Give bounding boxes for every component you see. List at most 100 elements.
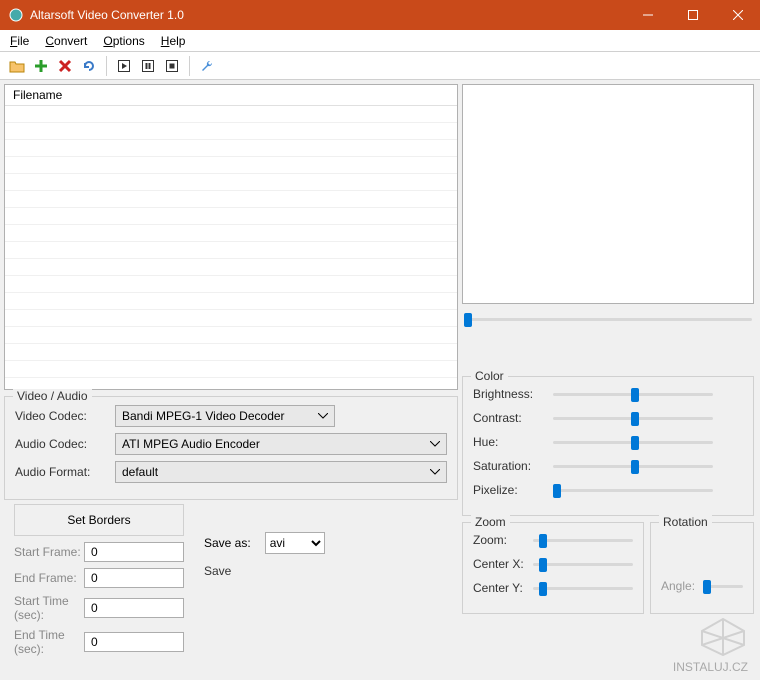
maximize-button[interactable] [670, 0, 715, 30]
zoom-slider[interactable] [533, 531, 633, 549]
list-row [5, 123, 457, 140]
list-row [5, 208, 457, 225]
add-button[interactable] [30, 55, 52, 77]
centery-label: Center Y: [473, 581, 533, 595]
window-title: Altarsoft Video Converter 1.0 [30, 8, 625, 22]
hue-label: Hue: [473, 435, 553, 449]
refresh-icon [82, 59, 96, 73]
list-row [5, 310, 457, 327]
content-area: Filename Video / Audio Video Codec: Band… [0, 80, 760, 680]
list-row [5, 174, 457, 191]
list-row [5, 259, 457, 276]
save-as-select[interactable]: avi [265, 532, 325, 554]
menu-file[interactable]: File [4, 32, 35, 50]
video-audio-group: Video / Audio Video Codec: Bandi MPEG-1 … [4, 396, 458, 500]
saturation-label: Saturation: [473, 459, 553, 473]
list-row [5, 157, 457, 174]
angle-slider[interactable] [703, 577, 743, 595]
menu-options[interactable]: Options [97, 32, 150, 50]
menu-convert[interactable]: Convert [39, 32, 93, 50]
toolbar-sep-1 [106, 56, 107, 76]
list-row [5, 276, 457, 293]
list-row [5, 327, 457, 344]
seek-row [462, 304, 754, 330]
list-row [5, 191, 457, 208]
plus-icon [34, 59, 48, 73]
window-controls [625, 0, 760, 30]
brightness-slider[interactable] [553, 385, 713, 403]
stop-icon [165, 59, 179, 73]
video-audio-legend: Video / Audio [13, 389, 92, 403]
zoom-label: Zoom: [473, 533, 533, 547]
play-icon [117, 59, 131, 73]
wrench-icon [200, 59, 214, 73]
list-row [5, 344, 457, 361]
titlebar: Altarsoft Video Converter 1.0 [0, 0, 760, 30]
end-time-label: End Time (sec): [14, 628, 84, 656]
centerx-label: Center X: [473, 557, 533, 571]
close-button[interactable] [715, 0, 760, 30]
folder-icon [9, 59, 25, 73]
save-as-label: Save as: [204, 536, 251, 550]
rotation-group: Rotation Angle: [650, 522, 754, 614]
play-button[interactable] [113, 55, 135, 77]
start-time-label: Start Time (sec): [14, 594, 84, 622]
end-frame-label: End Frame: [14, 571, 84, 585]
angle-label: Angle: [661, 579, 703, 593]
color-legend: Color [471, 369, 508, 383]
toolbar-sep-2 [189, 56, 190, 76]
list-row [5, 242, 457, 259]
zoom-group: Zoom Zoom: Center X: Center Y: [462, 522, 644, 614]
x-icon [58, 59, 72, 73]
menu-help[interactable]: Help [155, 32, 192, 50]
file-list-rows [5, 106, 457, 388]
menubar: File Convert Options Help [0, 30, 760, 52]
app-icon [8, 7, 24, 23]
color-group: Color Brightness: Contrast: Hue: Saturat… [462, 376, 754, 516]
save-form: Set Borders Start Frame: End Frame: Star… [4, 500, 458, 662]
contrast-label: Contrast: [473, 411, 553, 425]
hue-slider[interactable] [553, 433, 713, 451]
start-frame-label: Start Frame: [14, 545, 84, 559]
zoom-legend: Zoom [471, 515, 510, 529]
audio-format-select[interactable]: default [115, 461, 447, 483]
list-row [5, 106, 457, 123]
delete-button[interactable] [54, 55, 76, 77]
video-codec-label: Video Codec: [15, 409, 115, 423]
audio-codec-label: Audio Codec: [15, 437, 115, 451]
pause-icon [141, 59, 155, 73]
audio-format-label: Audio Format: [15, 465, 115, 479]
minimize-button[interactable] [625, 0, 670, 30]
open-folder-button[interactable] [6, 55, 28, 77]
centery-slider[interactable] [533, 579, 633, 597]
list-row [5, 293, 457, 310]
audio-codec-select[interactable]: ATI MPEG Audio Encoder [115, 433, 447, 455]
end-time-input[interactable] [84, 632, 184, 652]
save-label: Save [204, 564, 448, 578]
list-row [5, 361, 457, 378]
pixelize-label: Pixelize: [473, 483, 553, 497]
file-list[interactable]: Filename [4, 84, 458, 390]
video-codec-select[interactable]: Bandi MPEG-1 Video Decoder [115, 405, 335, 427]
pixelize-slider[interactable] [553, 481, 713, 499]
preview-panel [462, 84, 754, 304]
start-frame-input[interactable] [84, 542, 184, 562]
end-frame-input[interactable] [84, 568, 184, 588]
toolbar [0, 52, 760, 80]
set-borders-button[interactable]: Set Borders [14, 504, 184, 536]
list-row [5, 140, 457, 157]
file-list-header: Filename [5, 85, 457, 106]
stop-button[interactable] [161, 55, 183, 77]
seek-slider[interactable] [464, 310, 752, 328]
pause-button[interactable] [137, 55, 159, 77]
settings-button[interactable] [196, 55, 218, 77]
start-time-input[interactable] [84, 598, 184, 618]
list-row [5, 225, 457, 242]
right-pane: Color Brightness: Contrast: Hue: Saturat… [458, 80, 760, 680]
saturation-slider[interactable] [553, 457, 713, 475]
brightness-label: Brightness: [473, 387, 553, 401]
left-pane: Filename Video / Audio Video Codec: Band… [0, 80, 458, 680]
centerx-slider[interactable] [533, 555, 633, 573]
refresh-button[interactable] [78, 55, 100, 77]
contrast-slider[interactable] [553, 409, 713, 427]
